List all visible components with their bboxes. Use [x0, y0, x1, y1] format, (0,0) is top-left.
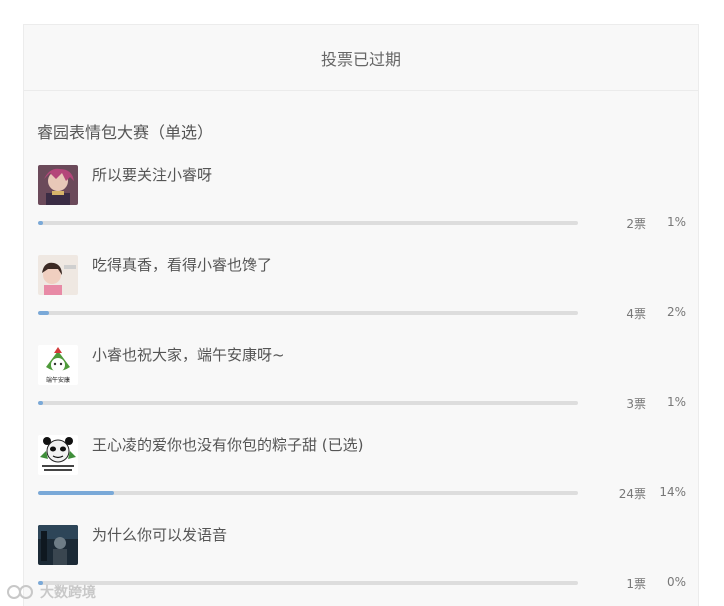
vote-progress-bar [38, 311, 578, 315]
option-label: 为什么你可以发语音 [92, 526, 228, 544]
vote-count: 1票 [626, 577, 646, 591]
anime-character-thumb [38, 165, 78, 205]
poll-option-5[interactable]: 为什么你可以发语音 1票 0% [24, 525, 698, 606]
zongzi-sticker-thumb: 端午安康 [38, 345, 78, 385]
vote-progress-fill [38, 311, 49, 315]
watermark-logo-icon [7, 585, 33, 599]
option-label: 所以要关注小睿呀 [92, 166, 213, 184]
vote-percent: 1% [666, 395, 686, 409]
vote-progress-fill [38, 221, 44, 225]
vote-progress-bar [38, 401, 578, 405]
option-label: 吃得真香，看得小睿也馋了 [92, 256, 273, 274]
poll-option-3[interactable]: 端午安康 小睿也祝大家，端午安康呀~ 3票 1% [24, 345, 698, 435]
sticker-caption: 端午安康 [46, 376, 70, 384]
vote-progress-bar [38, 581, 578, 585]
vote-progress-fill [38, 401, 44, 405]
watermark: 大数跨境 [6, 582, 96, 602]
poll-status-header: 投票已过期 [24, 25, 698, 91]
poll-option-4[interactable]: 王心凌的爱你也没有你包的粽子甜 (已选) 24票 14% [24, 435, 698, 525]
vote-count: 24票 [618, 487, 646, 501]
poll-status: 投票已过期 [320, 49, 401, 69]
vote-percent: 1% [666, 215, 686, 229]
vote-count: 3票 [626, 397, 646, 411]
vote-count: 4票 [626, 307, 646, 321]
poll-card: 投票已过期 睿园表情包大赛（单选） 所以要关注小睿呀 2票 1% 吃得真香，看得… [23, 24, 699, 606]
vote-percent: 14% [659, 485, 686, 499]
vote-progress-fill [38, 491, 114, 495]
vote-count: 2票 [626, 217, 646, 231]
dark-photo-thumb [38, 525, 78, 565]
poll-option-1[interactable]: 所以要关注小睿呀 2票 1% [24, 165, 698, 255]
poll-option-2[interactable]: 吃得真香，看得小睿也馋了 4票 2% [24, 255, 698, 345]
vote-percent: 0% [666, 575, 686, 589]
option-label: 王心凌的爱你也没有你包的粽子甜 (已选) [92, 436, 364, 454]
vote-percent: 2% [666, 305, 686, 319]
vote-progress-bar [38, 221, 578, 225]
vote-progress-bar [38, 491, 578, 495]
option-label: 小睿也祝大家，端午安康呀~ [92, 346, 285, 364]
panda-meme-thumb [38, 435, 78, 475]
watermark-text: 大数跨境 [40, 585, 96, 601]
poll-title: 睿园表情包大赛（单选） [37, 123, 214, 142]
child-photo-thumb [38, 255, 78, 295]
